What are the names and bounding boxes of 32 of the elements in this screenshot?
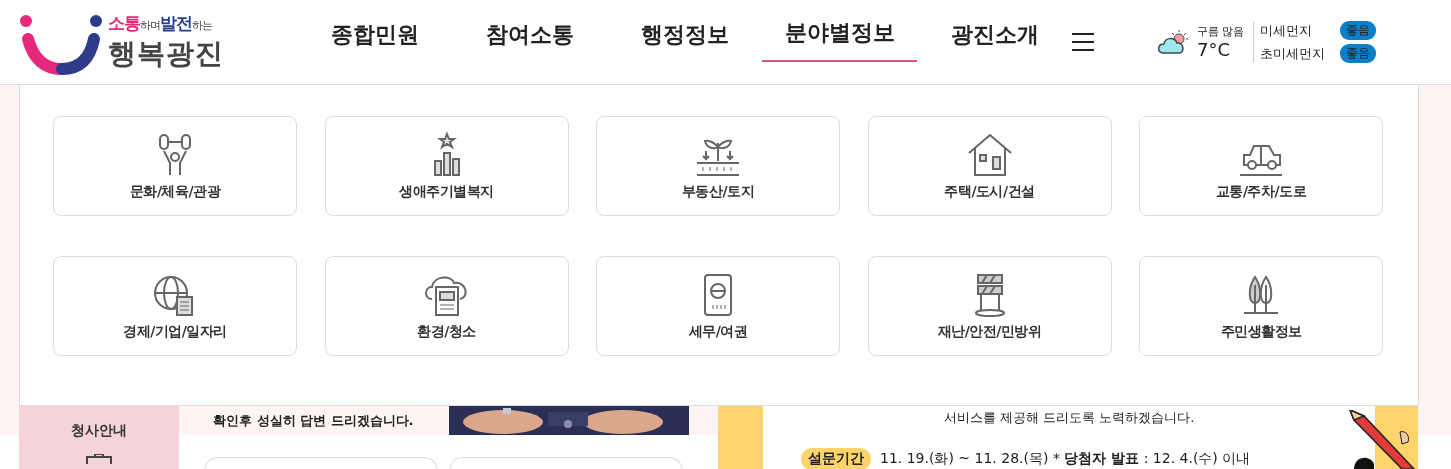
- logo-tagline: 소통하며발전하는: [108, 11, 213, 35]
- sidebar-item[interactable]: 청사안내: [71, 422, 127, 440]
- air-quality-grade: 좋음: [1339, 21, 1376, 40]
- nav-tab[interactable]: 광진소개: [917, 0, 1072, 62]
- nav-tab[interactable]: 행정정보: [607, 0, 762, 62]
- air-quality-label: 미세먼지: [1259, 21, 1312, 40]
- air-quality-grade: 좋음: [1339, 44, 1376, 63]
- category-card[interactable]: 부동산/토지: [596, 116, 840, 216]
- menu-icon[interactable]: [1072, 33, 1094, 51]
- category-card[interactable]: 재난/안전/민방위: [867, 256, 1112, 356]
- cloud-sun-icon: [1157, 29, 1191, 55]
- nav-tab[interactable]: 분야별정보: [762, 0, 917, 62]
- category-card[interactable]: 주택/도시/건설: [867, 116, 1112, 216]
- logo-name[interactable]: 행복광진: [108, 34, 224, 73]
- category-card[interactable]: 주민생활정보: [1139, 256, 1383, 356]
- survey-text: 서비스를 제공해 드리도록 노력하겠습니다.: [943, 409, 1195, 427]
- category-card[interactable]: 경제/기업/일자리: [53, 256, 297, 356]
- category-card[interactable]: 생애주기별복지: [324, 116, 569, 216]
- category-card[interactable]: 문화/체육/관광: [53, 116, 297, 216]
- category-card[interactable]: 세무/여권: [596, 256, 840, 356]
- survey-period: 11. 19.(화) ~ 11. 28.(목) *당첨자 발표 : 12. 4.(수) 이내: [880, 450, 1251, 468]
- temperature: 7°C: [1197, 39, 1232, 60]
- nav-tab[interactable]: 참여소통: [452, 0, 607, 62]
- notice-text: 확인후 성실히 답변 드리겠습니다.: [213, 411, 415, 430]
- category-card[interactable]: 환경/청소: [324, 256, 569, 356]
- building-icon: [86, 454, 112, 464]
- nav-tab[interactable]: 종합민원: [297, 0, 452, 62]
- weather-condition: 구름 많음: [1197, 24, 1245, 39]
- survey-label: 설문기간: [801, 448, 871, 469]
- air-quality-label: 초미세먼지: [1259, 44, 1325, 63]
- banner-background: [718, 406, 763, 469]
- category-card[interactable]: 교통/주차/도로: [1139, 116, 1383, 216]
